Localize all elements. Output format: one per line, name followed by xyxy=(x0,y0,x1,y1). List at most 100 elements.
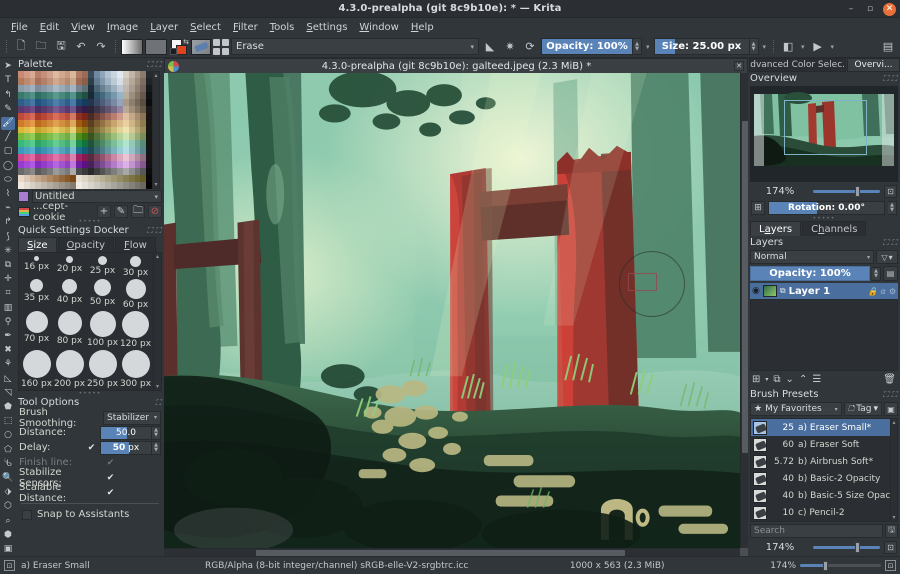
blending-mode-combo[interactable]: Normal ▾ xyxy=(750,250,874,264)
scroll-down-icon[interactable]: ▾ xyxy=(892,514,895,521)
workspace-chooser-icon[interactable]: ▤ xyxy=(879,38,897,56)
resource-storage-icon[interactable]: ▣ xyxy=(884,402,898,416)
foreground-background-swatch-icon[interactable]: ⇆ xyxy=(169,38,189,56)
dynamic-brush-tool-icon[interactable]: ⟆ xyxy=(1,230,15,243)
open-file-icon[interactable]: 🗀 xyxy=(32,38,50,56)
tab-size[interactable]: Size xyxy=(18,237,57,252)
right-bottom-zoom-slider[interactable] xyxy=(813,542,880,554)
ellipse-select-tool-icon[interactable]: ○ xyxy=(1,429,15,442)
polygon-tool-icon[interactable]: ⬭ xyxy=(1,174,15,187)
layer-properties-icon[interactable]: ▤ xyxy=(883,266,898,281)
scroll-down-icon[interactable]: ▾ xyxy=(156,383,159,390)
contiguous-select-tool-icon[interactable]: 🔍 xyxy=(1,472,15,485)
multibrush-tool-icon[interactable]: ✳ xyxy=(1,245,15,258)
polyline-tool-icon[interactable]: ⌇ xyxy=(1,188,15,201)
brush-size-preset[interactable]: 16 px xyxy=(20,256,53,279)
scroll-down-icon[interactable]: ▾ xyxy=(154,181,157,188)
brush-preset-item[interactable]: 10 c) Pencil-2 xyxy=(751,504,897,521)
alpha-lock-icon[interactable]: α xyxy=(881,287,886,296)
rect-select-tool-icon[interactable]: ⬚ xyxy=(1,415,15,428)
mirror-v-caret-icon[interactable]: ▾ xyxy=(829,43,837,51)
tab-advancedcolorselec[interactable]: Advanced Color Selec... xyxy=(749,58,846,72)
status-zoom-slider[interactable] xyxy=(800,560,882,571)
alpha-inherit-icon[interactable]: ⧉ xyxy=(780,286,786,296)
reference-images-tool-icon[interactable]: ◹ xyxy=(1,387,15,400)
brush-preset-item[interactable]: 5.72 b) Airbrush Soft* xyxy=(751,453,897,470)
status-color-profile[interactable]: RGB/Alpha (8-bit integer/channel) sRGB-e… xyxy=(205,561,468,571)
grid-icon[interactable] xyxy=(213,38,229,55)
move-tool-icon[interactable]: ✛ xyxy=(1,273,15,286)
lock-icon[interactable]: 🔒 xyxy=(868,287,878,296)
freehand-select-tool-icon[interactable]: ᔎ xyxy=(1,458,15,471)
save-preset-icon[interactable]: 🖫 xyxy=(885,524,898,538)
size-spin-arrows[interactable]: ▲ ▼ xyxy=(749,38,759,55)
float-icon[interactable]: ⛶ xyxy=(883,74,889,84)
quick-settings-scrollbar[interactable]: ▴ ▾ xyxy=(153,253,161,390)
mirror-horizontal-icon[interactable]: ◧ xyxy=(779,38,797,56)
gradient-tool-icon[interactable]: ▥ xyxy=(1,301,15,314)
scroll-up-icon[interactable]: ▴ xyxy=(892,419,895,426)
canvas-area[interactable] xyxy=(164,73,748,556)
status-zoom-control[interactable]: 174% ⊡ xyxy=(766,560,897,571)
brush-size-preset[interactable]: 60 px xyxy=(119,279,152,311)
opacity-spinbox[interactable]: Opacity: 100% ▲ ▼ xyxy=(541,38,642,55)
palette-group-combo[interactable]: Untitled ▾ xyxy=(32,190,162,203)
add-swatch-icon[interactable]: + xyxy=(97,205,111,218)
similar-color-select-tool-icon[interactable]: ⬗ xyxy=(1,486,15,499)
toolbar-handle[interactable] xyxy=(5,39,8,55)
zoom-reset-icon[interactable]: ⊡ xyxy=(884,541,897,554)
brush-smoothing-combo[interactable]: Stabilizer ▾ xyxy=(103,410,161,425)
delete-layer-button[interactable]: 🗑 xyxy=(883,374,896,385)
brush-size-preset[interactable]: 20 px xyxy=(53,256,86,279)
layer-row[interactable]: ◉ ⧉ Layer 1 🔒 α ⚙ xyxy=(750,283,898,299)
close-icon[interactable]: ⛶ xyxy=(891,238,897,248)
stabilize-sensors-checkbox[interactable]: ✔ xyxy=(106,473,115,483)
bezier-select-tool-icon[interactable]: ⬡ xyxy=(1,500,15,513)
menu-item-file[interactable]: File xyxy=(5,20,34,35)
gradient-swatch-icon[interactable] xyxy=(121,38,143,55)
layer-filter-button[interactable]: ▽ ▾ xyxy=(876,250,898,264)
layer-properties-button[interactable]: ☰ xyxy=(812,374,821,385)
alpha-inherit-icon[interactable]: ✷ xyxy=(501,38,519,56)
color-sampler-tool-icon[interactable]: ⚲ xyxy=(1,316,15,329)
undo-icon[interactable]: ↶ xyxy=(72,38,90,56)
transform-tool-icon[interactable]: ⧉ xyxy=(1,259,15,272)
polygonal-select-tool-icon[interactable]: ⬠ xyxy=(1,443,15,456)
zoom-tool-icon[interactable]: ⬢ xyxy=(1,529,15,542)
brush-preset-scrollbar[interactable]: ▴ ▾ xyxy=(890,419,897,521)
brush-preset-combo[interactable]: Erase ▾ xyxy=(231,38,479,55)
maximize-button[interactable]: ▫ xyxy=(864,3,876,15)
float-icon[interactable]: ⛶ xyxy=(147,226,153,236)
size-spinbox[interactable]: Size: 25.00 px ▲ ▼ xyxy=(653,38,759,55)
scroll-up-icon[interactable]: ▴ xyxy=(154,72,157,79)
text-tool-icon[interactable]: T xyxy=(1,74,15,87)
brush-size-preset[interactable]: 80 px xyxy=(53,311,86,350)
menu-item-help[interactable]: Help xyxy=(405,20,440,35)
tab-layers[interactable]: Layers xyxy=(750,221,802,236)
opacity-caret-icon[interactable]: ▾ xyxy=(644,43,652,51)
line-tool-icon[interactable]: ╱ xyxy=(1,131,15,144)
brush-preset-item[interactable]: 35d) Marker-Dry xyxy=(751,521,897,522)
brush-search-input[interactable]: Search xyxy=(750,524,883,538)
opacity-spin-arrows[interactable]: ▲ ▼ xyxy=(633,38,642,55)
brush-size-preset[interactable]: 25 px xyxy=(86,256,119,279)
add-layer-caret[interactable]: ▾ xyxy=(765,376,768,383)
menu-item-layer[interactable]: Layer xyxy=(144,20,184,35)
menu-item-edit[interactable]: Edit xyxy=(34,20,65,35)
rotation-spin-arrows[interactable]: ▲ ▼ xyxy=(888,201,897,215)
mirror-h-caret-icon[interactable]: ▾ xyxy=(799,43,807,51)
menu-item-view[interactable]: View xyxy=(65,20,101,35)
brush-size-preset[interactable]: 250 px xyxy=(86,350,119,390)
layer-list-empty-area[interactable] xyxy=(750,299,898,371)
brush-size-preset[interactable]: 30 px xyxy=(119,256,152,279)
menu-item-filter[interactable]: Filter xyxy=(227,20,264,35)
open-palette-icon[interactable]: 🗀 xyxy=(131,205,145,218)
mirror-vertical-icon[interactable]: ▶ xyxy=(809,38,827,56)
canvas-horizontal-scrollbar[interactable] xyxy=(164,548,740,556)
reset-brush-icon[interactable]: ⟳ xyxy=(521,38,539,56)
menu-item-settings[interactable]: Settings xyxy=(300,20,353,35)
select-shapes-tool-icon[interactable]: ➤ xyxy=(1,60,15,73)
distance-field[interactable]: 50.0 xyxy=(100,425,152,440)
scroll-up-icon[interactable]: ▴ xyxy=(156,253,159,260)
smart-patch-tool-icon[interactable]: ✖ xyxy=(1,344,15,357)
